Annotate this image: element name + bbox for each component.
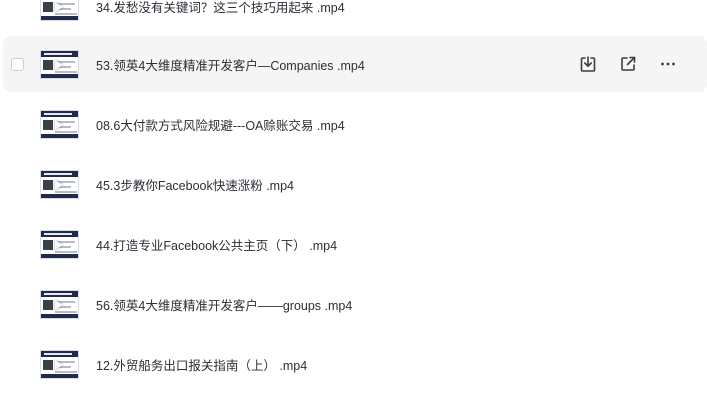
more-button[interactable] [659, 55, 677, 73]
file-row-12[interactable]: 12.外贸船务出口报关指南（上） .mp4 [3, 336, 707, 392]
file-name[interactable]: 53.领英4大维度精准开发客户—Companies .mp4 [96, 55, 365, 74]
row-checkbox[interactable] [11, 57, 24, 71]
download-icon [580, 56, 596, 72]
file-row-34[interactable]: 34.发愁没有关键词？这三个技巧用起来 .mp4 [3, 0, 707, 34]
file-name[interactable]: 34.发愁没有关键词？这三个技巧用起来 .mp4 [96, 0, 345, 16]
file-row-08[interactable]: 08.6大付款方式风险规避---OA赊账交易 .mp4 [3, 96, 707, 152]
file-name[interactable]: 12.外贸船务出口报关指南（上） .mp4 [96, 355, 307, 374]
download-button[interactable] [579, 55, 597, 73]
file-name[interactable]: 45.3步教你Facebook快速涨粉 .mp4 [96, 175, 294, 194]
file-name[interactable]: 08.6大付款方式风险规避---OA赊账交易 .mp4 [96, 115, 345, 134]
video-thumbnail-icon [40, 289, 79, 319]
file-row-53[interactable]: 53.领英4大维度精准开发客户—Companies .mp4 [3, 36, 707, 92]
file-name[interactable]: 44.打造专业Facebook公共主页（下） .mp4 [96, 235, 337, 254]
row-actions [579, 55, 677, 73]
file-name[interactable]: 56.领英4大维度精准开发客户——groups .mp4 [96, 295, 352, 314]
video-thumbnail-icon [40, 109, 79, 139]
file-row-44[interactable]: 44.打造专业Facebook公共主页（下） .mp4 [3, 216, 707, 272]
file-row-45[interactable]: 45.3步教你Facebook快速涨粉 .mp4 [3, 156, 707, 212]
video-thumbnail-icon [40, 0, 79, 21]
share-icon [621, 56, 636, 71]
file-row-56[interactable]: 56.领英4大维度精准开发客户——groups .mp4 [3, 276, 707, 332]
share-button[interactable] [619, 55, 637, 73]
video-thumbnail-icon [40, 229, 79, 259]
file-list: 34.发愁没有关键词？这三个技巧用起来 .mp4 53.领英4大维度精准开发客户… [0, 0, 707, 402]
video-thumbnail-icon [40, 169, 79, 199]
video-thumbnail-icon [40, 349, 79, 379]
more-icon [661, 62, 675, 66]
video-thumbnail-icon [40, 49, 79, 79]
